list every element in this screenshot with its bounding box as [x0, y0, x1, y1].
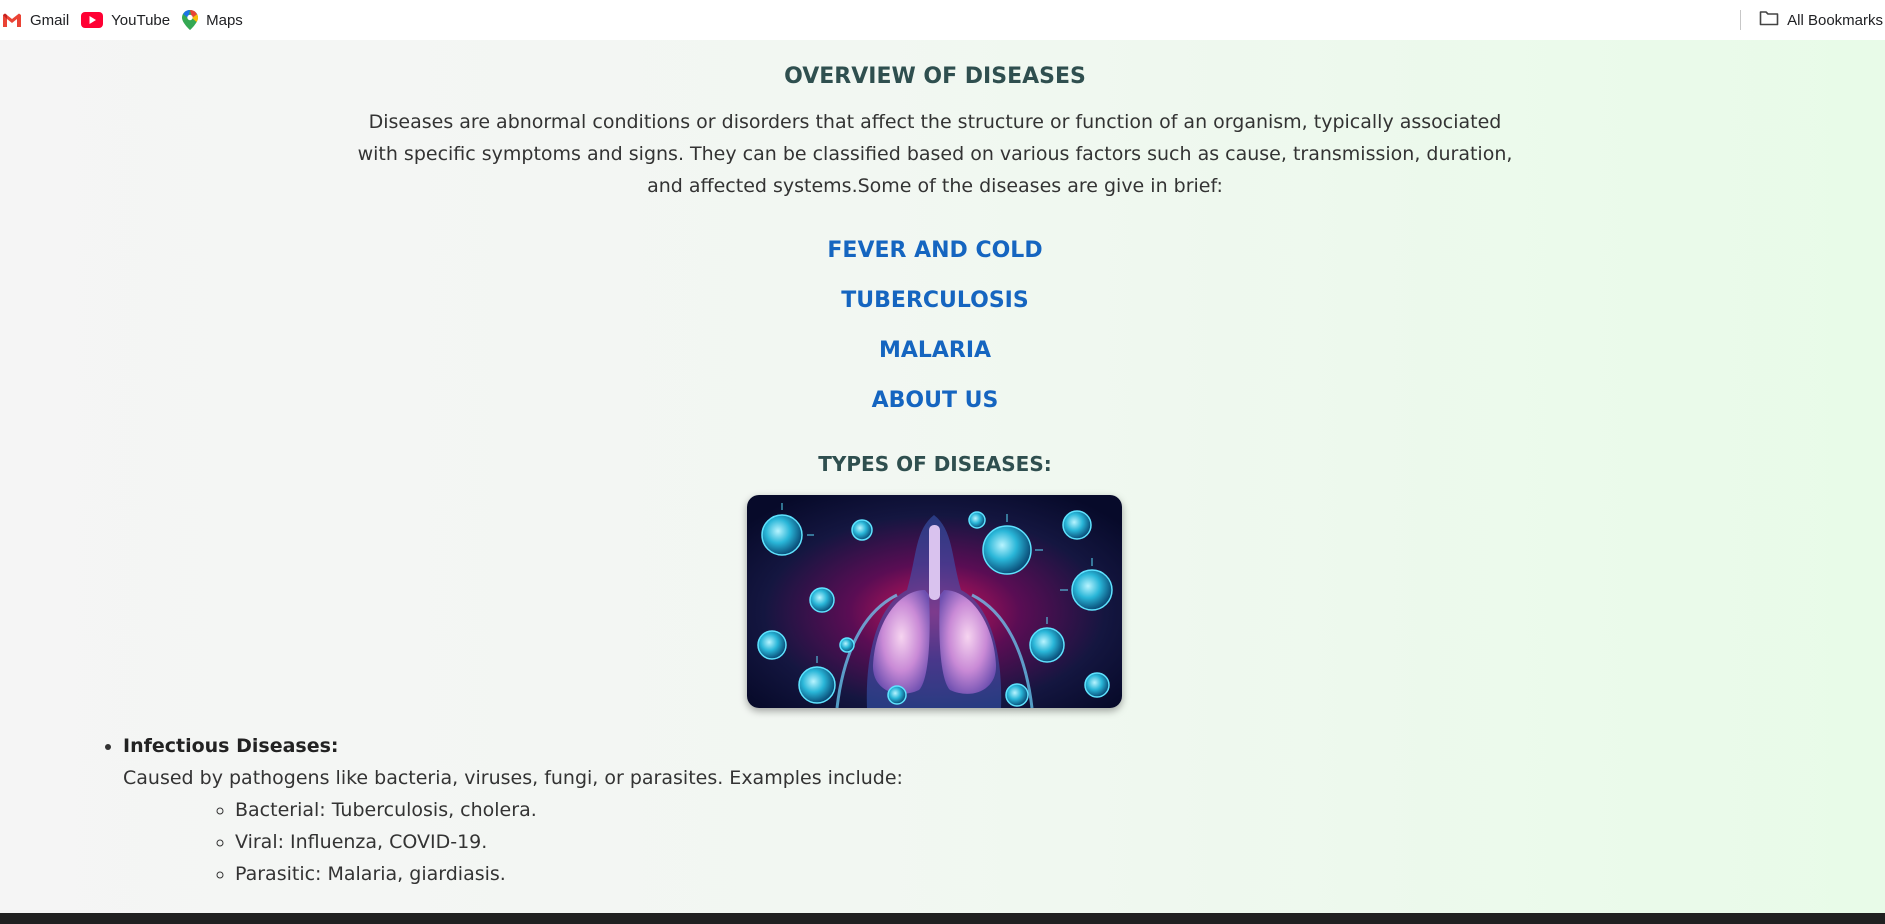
bookmark-maps[interactable]: Maps [180, 5, 253, 35]
youtube-icon [81, 12, 104, 28]
folder-icon [1759, 10, 1779, 30]
all-bookmarks-button[interactable]: All Bookmarks [1759, 10, 1885, 30]
bookmark-label: Gmail [30, 11, 70, 29]
infectious-heading: Infectious Diseases: [123, 735, 339, 757]
nav-link-fever-and-cold[interactable]: FEVER AND COLD [0, 236, 1870, 286]
all-bookmarks-label: All Bookmarks [1787, 11, 1883, 29]
all-bookmarks-area: All Bookmarks [1740, 5, 1885, 35]
bookmark-label: YouTube [111, 11, 171, 29]
gmail-icon [2, 12, 22, 28]
intro-paragraph: Diseases are abnormal conditions or diso… [357, 111, 1513, 197]
page-title: OVERVIEW OF DISEASES [784, 64, 1086, 89]
list-item: Infectious Diseases: Caused by pathogens… [123, 730, 903, 890]
list-item: Viral: Influenza, COVID-19. [235, 826, 903, 858]
virus-lungs-image [747, 495, 1122, 708]
list-item: Bacterial: Tuberculosis, cholera. [235, 794, 903, 826]
maps-icon [182, 10, 199, 30]
infectious-description: Caused by pathogens like bacteria, virus… [123, 767, 903, 789]
infectious-examples: Bacterial: Tuberculosis, cholera. Viral:… [123, 794, 903, 890]
bookmarks-bar: Gmail YouTube Maps All Bookmarks [0, 0, 1885, 40]
nav-link-tuberculosis[interactable]: TUBERCULOSIS [0, 286, 1870, 336]
page-content: OVERVIEW OF DISEASES Diseases are abnorm… [0, 40, 1885, 913]
bookmark-gmail[interactable]: Gmail [0, 5, 79, 35]
nav-link-malaria[interactable]: MALARIA [0, 336, 1870, 386]
disease-types-list: Infectious Diseases: Caused by pathogens… [100, 730, 903, 890]
nav-link-about-us[interactable]: ABOUT US [0, 386, 1870, 436]
list-item: Parasitic: Malaria, giardiasis. [235, 858, 903, 890]
bookmark-label: Maps [206, 11, 243, 29]
bookmark-youtube[interactable]: YouTube [79, 5, 180, 35]
divider [1740, 10, 1742, 30]
taskbar [0, 913, 1885, 924]
types-heading: TYPES OF DISEASES: [818, 452, 1052, 476]
disease-nav: FEVER AND COLD TUBERCULOSIS MALARIA ABOU… [0, 236, 1870, 436]
